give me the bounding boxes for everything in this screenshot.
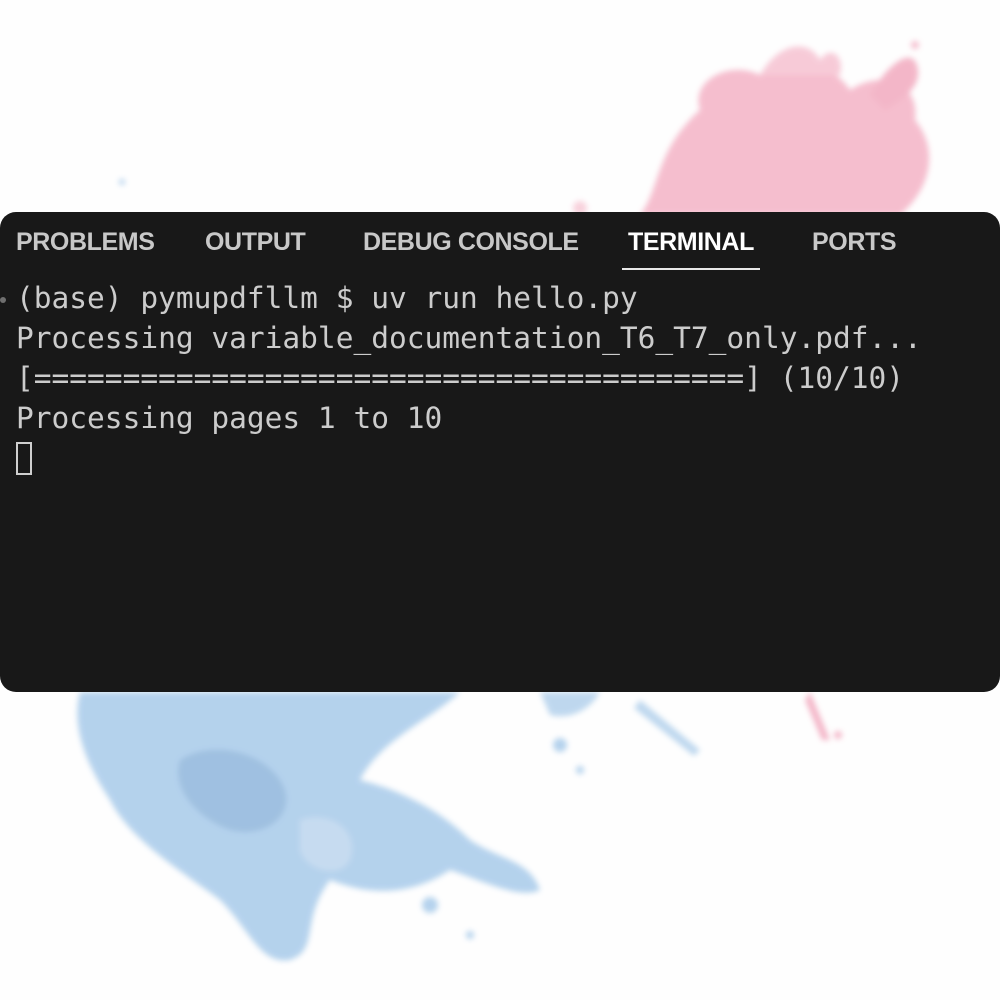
terminal-output[interactable]: (base) pymupdfllm $ uv run hello.py Proc… — [0, 278, 1000, 678]
terminal-line-prompt: (base) pymupdfllm $ uv run hello.py — [16, 281, 638, 315]
terminal-line-processing-pages: Processing pages 1 to 10 — [16, 401, 443, 435]
command-decoration-icon — [0, 297, 6, 303]
terminal-line-processing-file: Processing variable_documentation_T6_T7_… — [16, 321, 922, 355]
tab-problems[interactable]: PROBLEMS — [16, 228, 155, 266]
panel-tab-bar: PROBLEMS OUTPUT DEBUG CONSOLE TERMINAL P… — [0, 212, 1000, 270]
tab-ports[interactable]: PORTS — [812, 228, 897, 266]
terminal-line-progress-bar: [=======================================… — [16, 361, 905, 395]
screenshot-canvas: PROBLEMS OUTPUT DEBUG CONSOLE TERMINAL P… — [0, 0, 1000, 1000]
terminal-panel: PROBLEMS OUTPUT DEBUG CONSOLE TERMINAL P… — [0, 212, 1000, 692]
tab-debug-console[interactable]: DEBUG CONSOLE — [363, 228, 579, 266]
tab-terminal[interactable]: TERMINAL — [622, 228, 760, 270]
tab-output[interactable]: OUTPUT — [205, 228, 306, 266]
terminal-cursor — [16, 442, 32, 475]
